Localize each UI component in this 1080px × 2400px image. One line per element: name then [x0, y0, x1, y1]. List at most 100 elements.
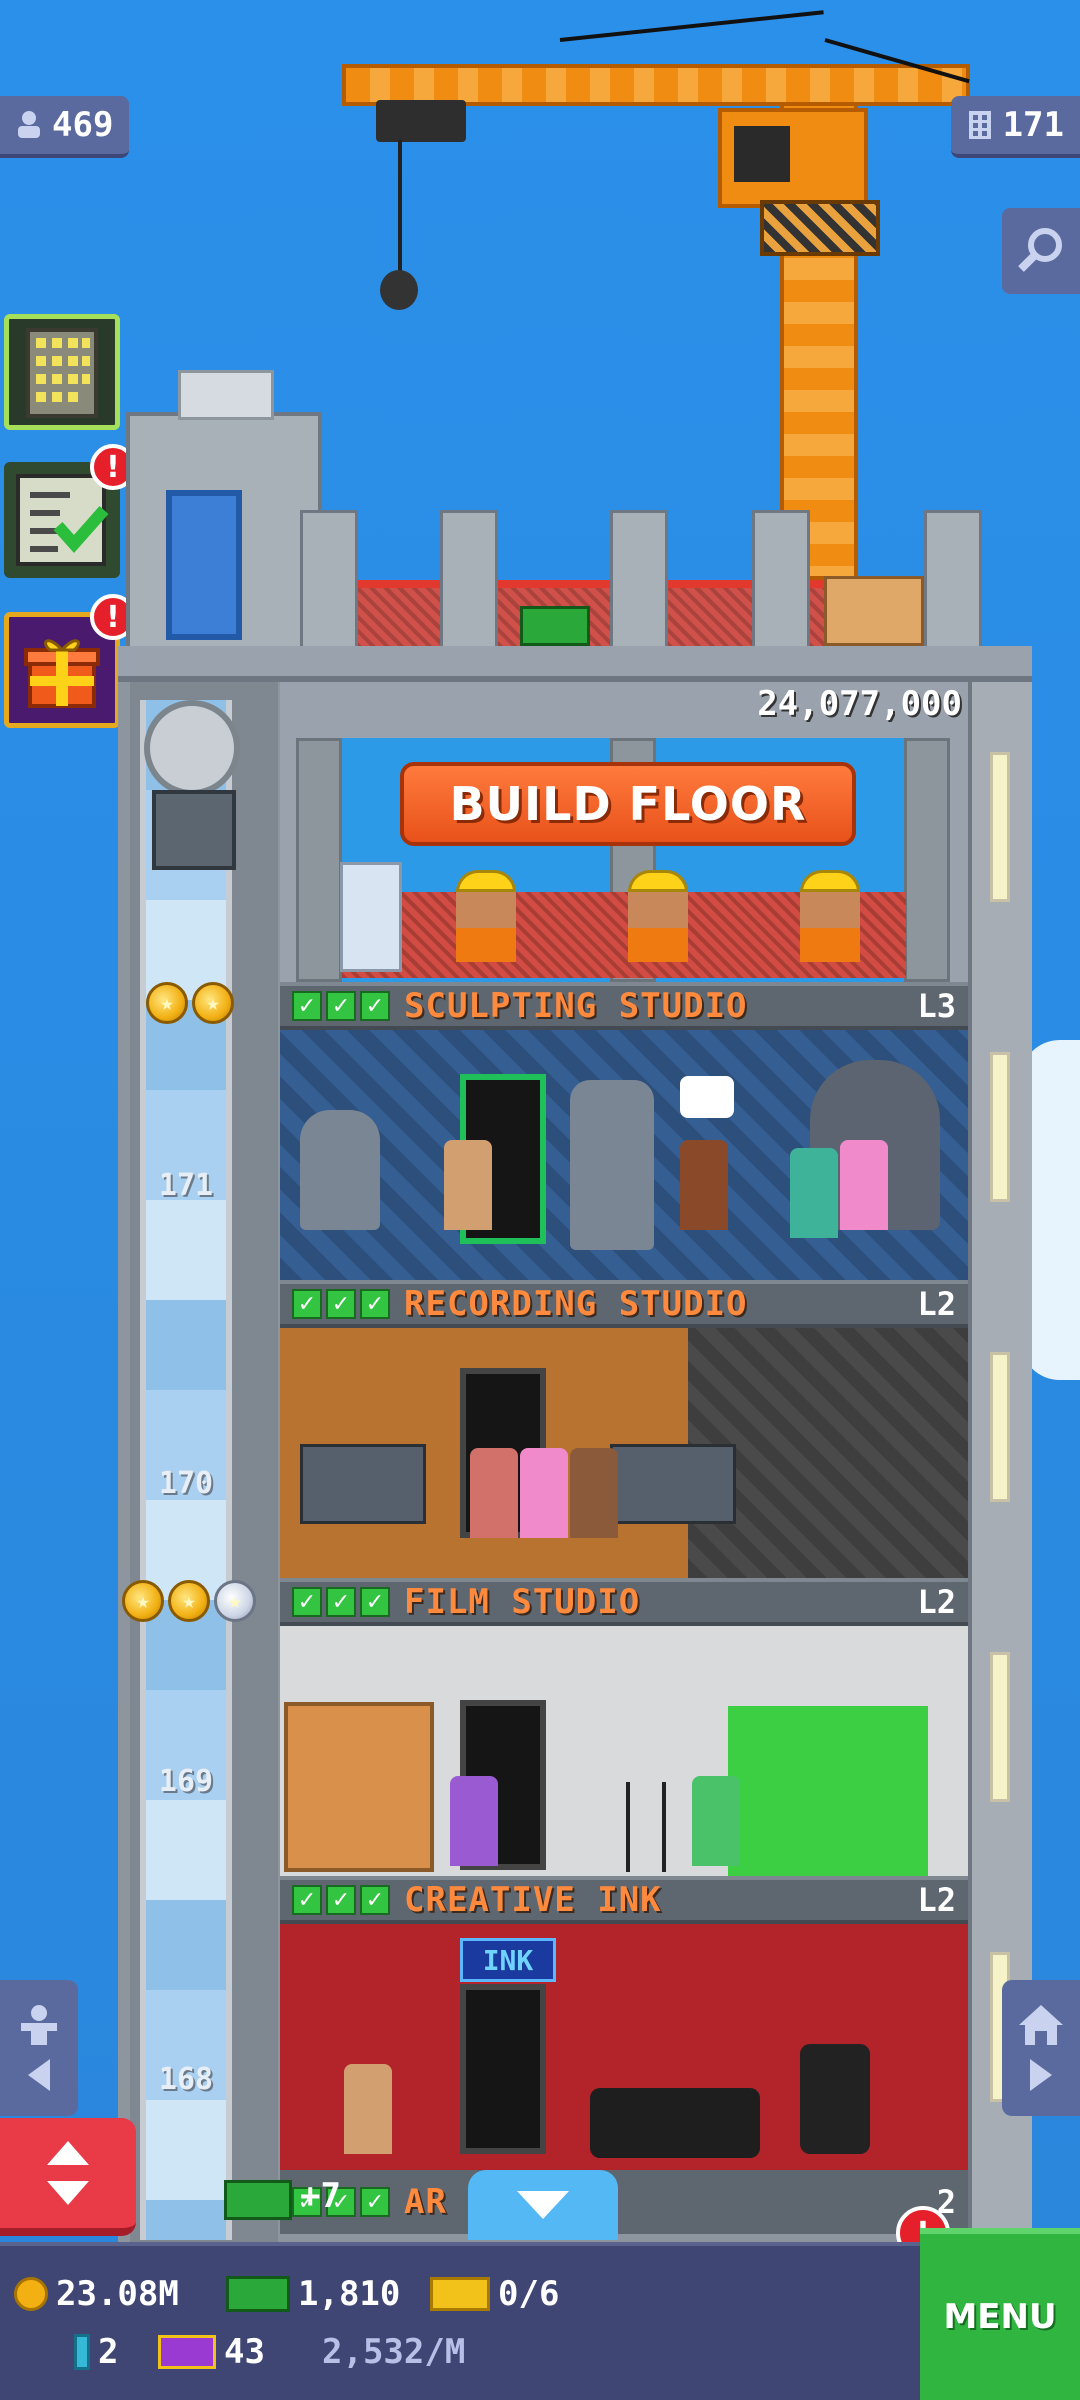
roof-pillar — [440, 510, 498, 650]
visitor-nav-button[interactable] — [0, 1980, 78, 2116]
resident[interactable] — [840, 1140, 888, 1230]
floor-stars: ★ ★ ★ — [122, 1580, 256, 1622]
floor-bar-sculpting-studio[interactable]: ✓ ✓ ✓ SCULPTING STUDIO L3 — [280, 982, 968, 1030]
thought-bubble — [680, 1076, 734, 1118]
coin-rate-display: 2,532/M — [322, 2332, 465, 2372]
sculpture — [570, 1080, 654, 1250]
resident[interactable] — [790, 1148, 838, 1238]
roof-pillar — [924, 510, 982, 650]
resident[interactable] — [680, 1140, 728, 1230]
resident[interactable] — [692, 1776, 740, 1866]
key-icon — [74, 2334, 90, 2370]
construction-worker — [628, 870, 688, 962]
floor-name: FILM STUDIO — [404, 1582, 641, 1622]
golden-ticket-icon — [158, 2335, 216, 2369]
scroll-down-button[interactable] — [468, 2170, 618, 2240]
coin-rate-value: 2,532/M — [322, 2332, 466, 2372]
check-icon: ✓ — [360, 991, 390, 1021]
floor-number-169: 169 — [158, 1764, 214, 1799]
check-icon: ✓ — [360, 1587, 390, 1617]
roof-pillar — [610, 510, 668, 650]
floor-level: L2 — [917, 1285, 956, 1323]
floor-bar-recording-studio[interactable]: ✓ ✓ ✓ RECORDING STUDIO L2 — [280, 1280, 968, 1328]
check-icon: ✓ — [292, 1885, 322, 1915]
chevron-down-icon — [517, 2191, 569, 2219]
couch — [590, 2088, 760, 2158]
crane-cab — [718, 108, 868, 208]
floor-bar-creative-ink[interactable]: ✓ ✓ ✓ CREATIVE INK L2 — [280, 1876, 968, 1924]
sculpting-studio-room[interactable] — [280, 1030, 968, 1280]
bux-icon — [226, 2276, 290, 2312]
coins-value: 23.08M — [56, 2274, 179, 2314]
green-screen — [728, 1706, 928, 1876]
elevator-machine-room — [126, 370, 322, 652]
resident[interactable] — [470, 1448, 518, 1538]
population-counter[interactable]: 469 — [0, 96, 130, 158]
check-icon: ✓ — [326, 1885, 356, 1915]
crane-counterweight — [760, 200, 880, 256]
build-floor-button[interactable]: BUILD FLOOR — [400, 762, 856, 846]
toolbox — [520, 606, 590, 646]
elevator-car[interactable] — [128, 700, 258, 890]
resident[interactable] — [520, 1448, 568, 1538]
building-materials — [340, 862, 402, 972]
floor-bar-film-studio[interactable]: ✓ ✓ ✓ FILM STUDIO L2 — [280, 1578, 968, 1626]
crane-hook — [380, 270, 418, 310]
resource-bar: 23.08M 1,810 0/6 2 43 2,532/M — [0, 2242, 1080, 2400]
home-nav-button[interactable] — [1002, 1980, 1080, 2116]
golden-tickets-display[interactable]: 43 — [158, 2332, 265, 2372]
mixing-console — [610, 1444, 736, 1524]
floor-checks: ✓ ✓ ✓ — [292, 991, 390, 1021]
resident[interactable] — [444, 1140, 492, 1230]
bux-display[interactable]: 1,810 — [226, 2274, 400, 2314]
resident[interactable] — [570, 1448, 618, 1538]
build-floor-price: 24,077,000 — [757, 684, 962, 724]
menu-button[interactable]: MENU — [920, 2228, 1080, 2400]
mixing-console — [300, 1444, 426, 1524]
keys-display[interactable]: 2 — [74, 2332, 118, 2372]
crane-trolley — [376, 100, 466, 142]
roof-pillar — [752, 510, 810, 650]
floor-bar-partial[interactable]: ✓ ✓ ✓ AR O 2 — [280, 2170, 968, 2234]
wall-cabinet — [284, 1702, 434, 1872]
elevator-button[interactable] — [0, 2118, 136, 2236]
zoom-button[interactable] — [1002, 208, 1080, 294]
roof-vent — [178, 370, 274, 420]
tower-overview-button[interactable] — [4, 314, 120, 430]
floor-number-171: 171 — [158, 1168, 214, 1203]
check-icon: ✓ — [326, 1289, 356, 1319]
resident[interactable] — [450, 1776, 498, 1866]
floor-counter[interactable]: 171 — [950, 96, 1080, 158]
house-icon — [1019, 2005, 1063, 2045]
check-icon: ✓ — [360, 2187, 390, 2217]
star-icon: ★ — [168, 1580, 210, 1622]
floor-name: SCULPTING STUDIO — [404, 986, 748, 1026]
check-icon: ✓ — [360, 1289, 390, 1319]
coins-display[interactable]: 23.08M — [14, 2274, 179, 2314]
cash-pickup[interactable] — [224, 2180, 292, 2220]
camera-tripod — [626, 1782, 666, 1872]
construction-worker — [800, 870, 860, 962]
star-icon: ★ — [214, 1580, 256, 1622]
recording-studio-room[interactable] — [280, 1328, 968, 1578]
floor-checks: ✓ ✓ ✓ — [292, 1587, 390, 1617]
floor-checks: ✓ ✓ ✓ — [292, 1885, 390, 1915]
arrow-left-icon — [28, 2059, 50, 2091]
floor-number-170: 170 — [158, 1466, 214, 1501]
tickets-display[interactable]: 0/6 — [430, 2274, 559, 2314]
up-down-arrows-icon — [47, 2141, 89, 2205]
floor-stars: ★ ★ — [146, 982, 234, 1024]
cash-pickup-amount: +7 — [300, 2176, 341, 2216]
star-icon: ★ — [122, 1580, 164, 1622]
bux-value: 1,810 — [298, 2274, 401, 2314]
resident[interactable] — [344, 2064, 392, 2154]
floor-count-value: 171 — [1002, 105, 1064, 145]
film-studio-room[interactable] — [280, 1626, 968, 1876]
floor-checks: ✓ ✓ ✓ — [292, 1289, 390, 1319]
construction-worker — [456, 870, 516, 962]
creative-ink-room[interactable]: INK — [280, 1924, 968, 2170]
population-value: 469 — [52, 105, 114, 145]
floor-name: CREATIVE INK — [404, 1880, 662, 1920]
tattoo-chair — [800, 2044, 870, 2154]
star-icon: ★ — [146, 982, 188, 1024]
